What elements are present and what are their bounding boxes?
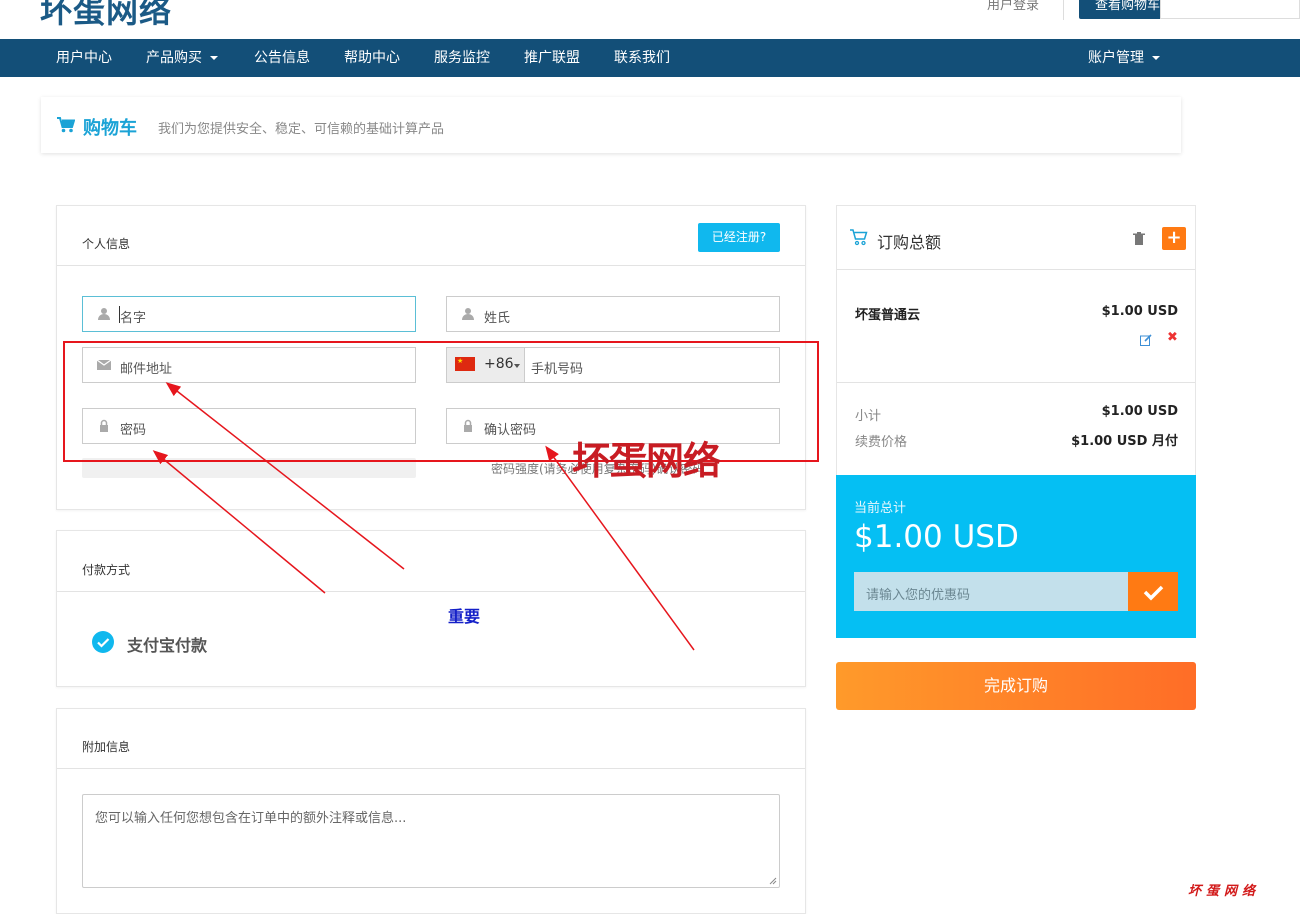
annotation-important-label: 重要 bbox=[448, 607, 481, 626]
page-subtitle: 我们为您提供安全、稳定、可信赖的基础计算产品 bbox=[158, 122, 445, 137]
total-amount: $1.00 USD bbox=[854, 519, 1019, 555]
nav-item-user-center[interactable]: 用户中心 bbox=[56, 39, 112, 77]
nav-item-monitor[interactable]: 服务监控 bbox=[434, 39, 490, 77]
total-label: 当前总计 bbox=[854, 501, 907, 516]
payment-method-alipay[interactable]: 支付宝付款 bbox=[127, 632, 207, 656]
divider bbox=[57, 591, 805, 592]
additional-info-title: 附加信息 bbox=[82, 740, 131, 754]
promo-code-placeholder: 请输入您的优惠码 bbox=[866, 588, 971, 603]
recurring-label: 续费价格 bbox=[855, 435, 908, 450]
user-icon bbox=[98, 308, 110, 320]
top-bar: 坏蛋网络 用户登录 查看购物车 bbox=[0, 0, 1300, 39]
last-name-field[interactable]: 姓氏 bbox=[446, 296, 780, 332]
cart-item-name: 坏蛋普通云 bbox=[855, 308, 921, 323]
order-notes-textarea[interactable]: 您可以输入任何您想包含在订单中的额外注释或信息... bbox=[82, 794, 780, 888]
add-item-button[interactable]: + bbox=[1162, 227, 1186, 250]
edit-icon[interactable] bbox=[1140, 334, 1152, 346]
chevron-down-icon bbox=[210, 56, 218, 60]
divider bbox=[57, 768, 805, 769]
check-icon bbox=[1143, 585, 1164, 601]
nav-item-help[interactable]: 帮助中心 bbox=[344, 39, 400, 77]
payment-radio-checked[interactable] bbox=[92, 631, 114, 653]
page-title: 购物车 bbox=[83, 118, 137, 139]
page-header: 购物车 我们为您提供安全、稳定、可信赖的基础计算产品 bbox=[41, 97, 1181, 153]
checkout-button[interactable]: 完成订购 bbox=[836, 662, 1196, 710]
nav-item-account-label: 账户管理 bbox=[1088, 50, 1144, 66]
divider bbox=[57, 265, 805, 266]
divider bbox=[837, 382, 1195, 383]
user-icon bbox=[462, 308, 474, 320]
chevron-down-icon bbox=[1152, 56, 1160, 60]
recurring-value: $1.00 USD 月付 bbox=[1071, 434, 1178, 449]
payment-method-panel: 付款方式 支付宝付款 bbox=[56, 530, 806, 687]
nav-item-affiliate[interactable]: 推广联盟 bbox=[524, 39, 580, 77]
nav-item-products-label: 产品购买 bbox=[146, 50, 202, 66]
personal-info-title: 个人信息 bbox=[82, 237, 131, 251]
already-registered-button[interactable]: 已经注册? bbox=[698, 223, 780, 252]
nav-item-account[interactable]: 账户管理 bbox=[1088, 39, 1160, 77]
top-search-input[interactable] bbox=[1160, 0, 1300, 19]
notes-placeholder: 您可以输入任何您想包含在订单中的额外注释或信息... bbox=[95, 811, 407, 826]
corner-watermark: 坏蛋网络 bbox=[1188, 884, 1261, 899]
cart-icon bbox=[57, 117, 75, 133]
nav-item-products[interactable]: 产品购买 bbox=[146, 39, 218, 77]
subtotal-value: $1.00 USD bbox=[1101, 404, 1178, 419]
plus-icon: + bbox=[1166, 227, 1182, 248]
trash-icon[interactable] bbox=[1133, 232, 1145, 246]
subtotal-label: 小计 bbox=[855, 409, 882, 424]
annotation-watermark-text: 坏蛋网络 bbox=[572, 438, 721, 483]
check-icon bbox=[97, 638, 110, 648]
remove-item-icon[interactable]: ✖ bbox=[1167, 330, 1178, 345]
order-summary-panel: 订购总额 + 坏蛋普通云 $1.00 USD ✖ 小计 $1.00 USD 续费… bbox=[836, 205, 1196, 638]
cart-outline-icon bbox=[850, 229, 868, 246]
top-divider bbox=[1063, 0, 1064, 20]
divider bbox=[837, 269, 1195, 270]
total-box: 当前总计 $1.00 USD 请输入您的优惠码 bbox=[836, 475, 1196, 638]
login-link[interactable]: 用户登录 bbox=[987, 0, 1039, 13]
order-summary-title: 订购总额 bbox=[877, 233, 942, 252]
nav-item-contact[interactable]: 联系我们 bbox=[614, 39, 670, 77]
site-logo[interactable]: 坏蛋网络 bbox=[40, 0, 172, 32]
cart-item-price: $1.00 USD bbox=[1101, 304, 1178, 319]
resize-grip-icon[interactable] bbox=[769, 877, 777, 885]
last-name-placeholder: 姓氏 bbox=[484, 311, 511, 326]
main-nav: 用户中心 产品购买 公告信息 帮助中心 服务监控 推广联盟 联系我们 账户管理 bbox=[0, 39, 1300, 77]
first-name-field[interactable]: 名字 bbox=[82, 296, 416, 332]
promo-code-input[interactable]: 请输入您的优惠码 bbox=[854, 572, 1129, 611]
nav-item-announcements[interactable]: 公告信息 bbox=[254, 39, 310, 77]
additional-info-panel: 附加信息 您可以输入任何您想包含在订单中的额外注释或信息... bbox=[56, 708, 806, 914]
first-name-placeholder: 名字 bbox=[120, 311, 147, 326]
apply-promo-button[interactable] bbox=[1128, 572, 1178, 611]
payment-method-title: 付款方式 bbox=[82, 563, 131, 577]
